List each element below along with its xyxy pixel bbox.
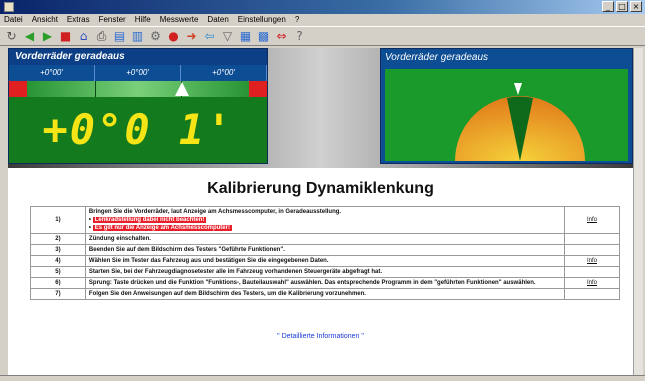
gauge-box bbox=[385, 69, 628, 161]
table-row: 7) Folgen Sie den Anweisungen auf dem Bi… bbox=[30, 288, 620, 300]
connect-icon[interactable]: ⇔ bbox=[274, 29, 289, 44]
tolerance-bar bbox=[9, 81, 267, 97]
print-icon[interactable]: ⎙ bbox=[94, 29, 109, 44]
step-text: Zündung einschalten. bbox=[84, 233, 566, 245]
document-icon[interactable]: ▤ bbox=[112, 29, 127, 44]
gauge-pointer-icon bbox=[514, 83, 522, 95]
toe-display-panel: Vorderräder geradeaus +0°00' +0°00' +0°0… bbox=[8, 48, 268, 164]
info-link bbox=[564, 266, 620, 278]
menu-item-daten[interactable]: Daten bbox=[207, 14, 228, 26]
table-row: 5) Starten Sie, bei der Fahrzeugdiagnose… bbox=[30, 266, 620, 278]
table-row: 6) Sprung: Taste drücken und die Funktio… bbox=[30, 277, 620, 289]
step-number: 4) bbox=[30, 255, 86, 267]
main-content: Vorderräder geradeaus +0°00' +0°00' +0°0… bbox=[8, 48, 633, 378]
panel-right-title: Vorderräder geradeaus bbox=[385, 52, 489, 63]
home-icon[interactable]: ⌂ bbox=[76, 29, 91, 44]
step-number: 1) bbox=[30, 206, 86, 234]
menu-item-einstellungen[interactable]: Einstellungen bbox=[238, 14, 286, 26]
step-number: 3) bbox=[30, 244, 86, 256]
step-text: Starten Sie, bei der Fahrzeugdiagnosetes… bbox=[84, 266, 566, 278]
info-link bbox=[564, 233, 620, 245]
chart-icon[interactable]: ▦ bbox=[238, 29, 253, 44]
clipboard-icon[interactable]: ▥ bbox=[130, 29, 145, 44]
back-arrow-icon[interactable]: ◀ bbox=[22, 29, 37, 44]
refresh-icon[interactable]: ↻ bbox=[4, 29, 19, 44]
info-link bbox=[564, 288, 620, 300]
reading-right: +0°00' bbox=[181, 65, 267, 81]
status-bar bbox=[0, 375, 645, 381]
menu-item-ansicht[interactable]: Ansicht bbox=[32, 14, 58, 26]
menu-bar: Datei Ansicht Extras Fenster Hilfe Messw… bbox=[0, 14, 645, 26]
vertical-scrollbar[interactable] bbox=[633, 48, 643, 378]
tolerance-limit-left bbox=[9, 81, 27, 97]
angle-value: +0°0 1' bbox=[9, 97, 267, 163]
step-text: Sprung: Taste drücken und die Funktion "… bbox=[84, 277, 566, 289]
reading-center: +0°00' bbox=[95, 65, 181, 81]
table-row: 1) Bringen Sie die Vorderräder, laut Anz… bbox=[30, 206, 620, 234]
step-number: 2) bbox=[30, 233, 86, 245]
help-icon[interactable]: ? bbox=[292, 29, 307, 44]
page-title: Kalibrierung Dynamiklenkung bbox=[207, 180, 434, 197]
menu-item-hilfe[interactable]: Hilfe bbox=[135, 14, 151, 26]
app-window: _ □ × Datei Ansicht Extras Fenster Hilfe… bbox=[0, 0, 645, 381]
step-text: Folgen Sie den Anweisungen auf dem Bilds… bbox=[84, 288, 566, 300]
menu-item-datei[interactable]: Datei bbox=[4, 14, 23, 26]
step-number: 5) bbox=[30, 266, 86, 278]
steering-gauge bbox=[455, 83, 585, 161]
gauge-display-panel: Vorderräder geradeaus bbox=[380, 48, 633, 164]
toolbar: ↻ ◀ ▶ ■ ⌂ ⎙ ▤ ▥ ⚙ ● ➜ ⇦ ▽ ▦ ▩ ⇔ ? bbox=[0, 26, 645, 46]
angle-readings: +0°00' +0°00' +0°00' bbox=[9, 65, 267, 81]
arrow-left-icon[interactable]: ⇦ bbox=[202, 29, 217, 44]
info-link bbox=[564, 244, 620, 256]
table-row: 4) Wählen Sie im Tester das Fahrzeug aus… bbox=[30, 255, 620, 267]
tolerance-limit-right bbox=[249, 81, 267, 97]
record-icon[interactable]: ● bbox=[166, 29, 181, 44]
menu-item-help-question[interactable]: ? bbox=[295, 14, 299, 26]
step-text: Beenden Sie auf dem Bildschirm des Teste… bbox=[84, 244, 566, 256]
menu-item-fenster[interactable]: Fenster bbox=[99, 14, 126, 26]
step-text: Wählen Sie im Tester das Fahrzeug aus un… bbox=[84, 255, 566, 267]
maximize-button[interactable]: □ bbox=[616, 1, 628, 12]
more-info-link[interactable]: " Detaillierte Informationen " bbox=[8, 333, 633, 340]
menu-item-extras[interactable]: Extras bbox=[67, 14, 90, 26]
minimize-button[interactable]: _ bbox=[602, 1, 614, 12]
table-row: 3) Beenden Sie auf dem Bildschirm des Te… bbox=[30, 244, 620, 256]
panel-left-title: Vorderräder geradeaus bbox=[9, 49, 267, 65]
reading-left: +0°00' bbox=[9, 65, 95, 81]
step-number: 6) bbox=[30, 277, 86, 289]
title-bar: _ □ × bbox=[0, 0, 645, 14]
step-text: Bringen Sie die Vorderräder, laut Anzeig… bbox=[84, 206, 566, 234]
close-button[interactable]: × bbox=[630, 1, 642, 12]
forward-arrow-icon[interactable]: ▶ bbox=[40, 29, 55, 44]
app-icon bbox=[4, 2, 14, 12]
table-row: 2) Zündung einschalten. bbox=[30, 233, 620, 245]
step-number: 7) bbox=[30, 288, 86, 300]
instruction-table: 1) Bringen Sie die Vorderräder, laut Anz… bbox=[30, 206, 620, 300]
filter-icon[interactable]: ▽ bbox=[220, 29, 235, 44]
info-link[interactable]: Info bbox=[564, 277, 620, 289]
position-marker-icon bbox=[174, 82, 189, 96]
step-text-main: Bringen Sie die Vorderräder, laut Anzeig… bbox=[88, 209, 342, 215]
grid-icon[interactable]: ▩ bbox=[256, 29, 271, 44]
warning-text: Es gilt nur die Anzeige am Achsmesscompu… bbox=[92, 225, 232, 231]
stop-icon[interactable]: ■ bbox=[58, 29, 73, 44]
tool-icon[interactable]: ⚙ bbox=[148, 29, 163, 44]
arrow-right-icon[interactable]: ➜ bbox=[184, 29, 199, 44]
menu-item-messwerte[interactable]: Messwerte bbox=[160, 14, 199, 26]
bar-tick bbox=[95, 81, 96, 97]
info-link[interactable]: Info bbox=[564, 206, 620, 234]
warning-text: Lenkradstellung dabei nicht beachten! bbox=[92, 217, 207, 223]
info-link[interactable]: Info bbox=[564, 255, 620, 267]
